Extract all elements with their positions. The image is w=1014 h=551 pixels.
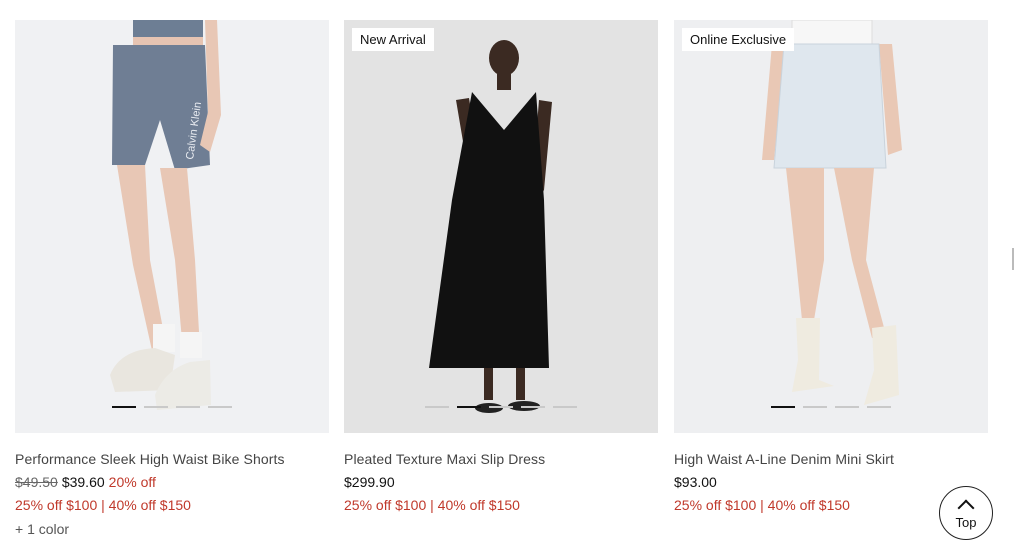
model-photo xyxy=(762,20,902,405)
original-price: $49.50 xyxy=(15,474,58,490)
product-image[interactable]: New Arrival xyxy=(344,20,658,433)
price-line: $93.00 xyxy=(674,474,988,490)
carousel-indicators[interactable] xyxy=(771,406,891,408)
price-line: $299.90 xyxy=(344,474,658,490)
carousel-dot[interactable] xyxy=(112,406,136,408)
price: $299.90 xyxy=(344,474,395,490)
carousel-indicators[interactable] xyxy=(112,406,232,408)
carousel-dot[interactable] xyxy=(457,406,481,408)
color-count-link[interactable]: + 1 color xyxy=(15,521,329,537)
model-photo: Calvin Klein xyxy=(110,20,221,410)
carousel-dot[interactable] xyxy=(803,406,827,408)
carousel-dot[interactable] xyxy=(835,406,859,408)
carousel-dot[interactable] xyxy=(521,406,545,408)
product-image[interactable]: Calvin Klein xyxy=(15,20,329,433)
chevron-up-icon xyxy=(957,499,975,517)
online-exclusive-badge: Online Exclusive xyxy=(682,28,795,51)
discount-percent: 20% off xyxy=(108,474,156,490)
product-title[interactable]: Performance Sleek High Waist Bike Shorts xyxy=(15,451,329,467)
carousel-dot[interactable] xyxy=(208,406,232,408)
new-arrival-badge: New Arrival xyxy=(352,28,434,51)
carousel-dot[interactable] xyxy=(553,406,577,408)
carousel-dot[interactable] xyxy=(771,406,795,408)
product-card-denim-skirt[interactable]: Online Exclusive High Waist A-Line Denim… xyxy=(674,20,988,513)
carousel-indicators[interactable] xyxy=(425,406,577,408)
promo-text: 25% off $100 | 40% off $150 xyxy=(344,497,520,513)
product-card-maxi-dress[interactable]: New Arrival Pleated Texture Maxi Slip Dr… xyxy=(344,20,658,513)
top-label: Top xyxy=(955,515,977,530)
price: $93.00 xyxy=(674,474,717,490)
product-title[interactable]: Pleated Texture Maxi Slip Dress xyxy=(344,451,658,467)
price-line: $49.50 $39.60 20% off xyxy=(15,474,329,490)
product-image[interactable]: Online Exclusive xyxy=(674,20,988,433)
carousel-dot[interactable] xyxy=(176,406,200,408)
carousel-dot[interactable] xyxy=(489,406,513,408)
product-card-bike-shorts[interactable]: Calvin Klein Performance Sleek High Wais… xyxy=(15,20,329,537)
carousel-dot[interactable] xyxy=(867,406,891,408)
back-to-top-button[interactable]: Top xyxy=(939,486,993,540)
promo-text: 25% off $100 | 40% off $150 xyxy=(15,497,191,513)
sale-price: $39.60 xyxy=(61,474,105,490)
carousel-dot[interactable] xyxy=(144,406,168,408)
carousel-dot[interactable] xyxy=(425,406,449,408)
product-title[interactable]: High Waist A-Line Denim Mini Skirt xyxy=(674,451,988,467)
model-photo xyxy=(429,40,552,413)
